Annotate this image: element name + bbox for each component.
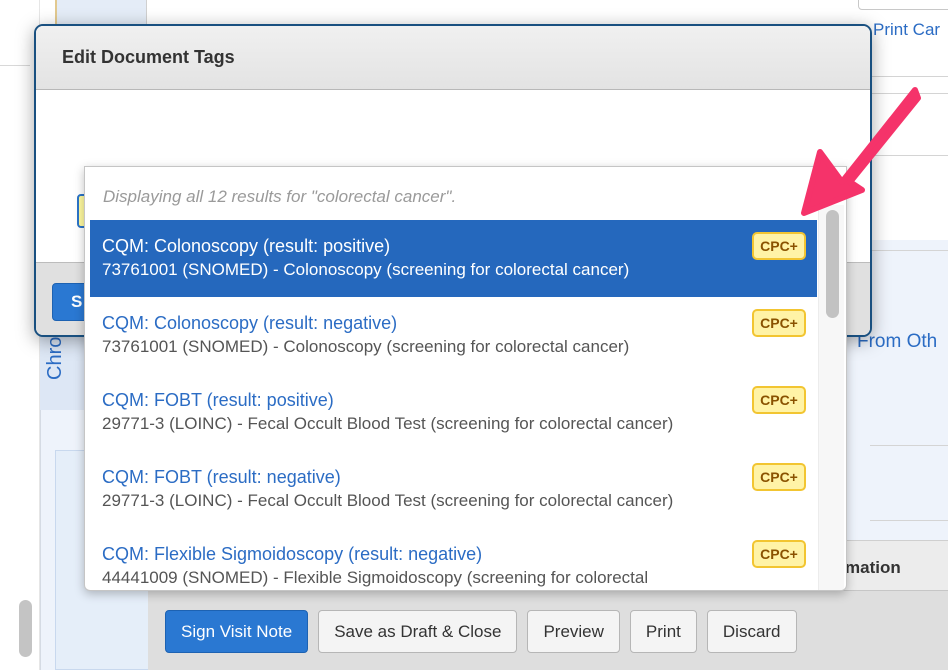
divider bbox=[870, 250, 948, 251]
print-card-link[interactable]: Print Car bbox=[873, 20, 940, 40]
result-title: CQM: Flexible Sigmoidoscopy (result: neg… bbox=[102, 544, 483, 564]
result-description: 29771-3 (LOINC) - Fecal Occult Blood Tes… bbox=[102, 491, 674, 510]
print-button[interactable]: Print bbox=[629, 610, 697, 653]
dropdown-scrollbar-thumb[interactable] bbox=[826, 210, 839, 318]
divider bbox=[870, 76, 948, 77]
top-search-field[interactable] bbox=[858, 0, 948, 10]
result-description: 44441009 (SNOMED) - Flexible Sigmoidosco… bbox=[102, 568, 649, 587]
left-scrollbar-thumb[interactable] bbox=[19, 600, 32, 657]
visit-note-actions: Sign Visit Note Save as Draft & Close Pr… bbox=[165, 610, 797, 653]
save-draft-close-button[interactable]: Save as Draft & Close bbox=[318, 610, 518, 653]
divider bbox=[870, 520, 948, 521]
result-item[interactable]: CQM: Colonoscopy (result: negative) 7376… bbox=[90, 297, 817, 374]
result-description: 29771-3 (LOINC) - Fecal Occult Blood Tes… bbox=[102, 414, 674, 433]
result-item[interactable]: CQM: Colonoscopy (result: positive) 7376… bbox=[90, 220, 817, 297]
result-title: CQM: FOBT (result: negative) bbox=[102, 467, 341, 487]
dialog-header: Edit Document Tags bbox=[36, 26, 870, 90]
results-list: CQM: Colonoscopy (result: positive) 7376… bbox=[90, 220, 817, 590]
preview-button[interactable]: Preview bbox=[527, 610, 620, 653]
sign-visit-note-button[interactable]: Sign Visit Note bbox=[165, 610, 309, 653]
cpc-plus-badge: CPC+ bbox=[752, 540, 806, 568]
divider bbox=[870, 445, 948, 446]
information-section-label: mation bbox=[845, 558, 901, 577]
discard-button[interactable]: Discard bbox=[706, 610, 797, 653]
cpc-plus-badge: CPC+ bbox=[752, 463, 806, 491]
dropdown-scrollbar[interactable] bbox=[818, 205, 844, 590]
cpc-plus-badge: CPC+ bbox=[752, 232, 806, 260]
divider bbox=[0, 65, 30, 66]
result-item[interactable]: CQM: Flexible Sigmoidoscopy (result: neg… bbox=[90, 528, 817, 590]
divider bbox=[870, 155, 948, 156]
cpc-plus-badge: CPC+ bbox=[752, 309, 806, 337]
tag-autocomplete-dropdown: Displaying all 12 results for "colorecta… bbox=[84, 166, 847, 591]
result-item[interactable]: CQM: FOBT (result: positive) 29771-3 (LO… bbox=[90, 374, 817, 451]
result-title: CQM: FOBT (result: positive) bbox=[102, 390, 334, 410]
results-status: Displaying all 12 results for "colorecta… bbox=[103, 187, 457, 206]
dialog-title: Edit Document Tags bbox=[62, 47, 235, 67]
result-description: 73761001 (SNOMED) - Colonoscopy (screeni… bbox=[102, 337, 630, 356]
result-item[interactable]: CQM: FOBT (result: negative) 29771-3 (LO… bbox=[90, 451, 817, 528]
result-description: 73761001 (SNOMED) - Colonoscopy (screeni… bbox=[102, 260, 630, 279]
top-tab[interactable] bbox=[55, 0, 147, 25]
result-title: CQM: Colonoscopy (result: negative) bbox=[102, 313, 398, 333]
cpc-plus-badge: CPC+ bbox=[752, 386, 806, 414]
divider bbox=[870, 93, 948, 94]
result-title: CQM: Colonoscopy (result: positive) bbox=[102, 236, 391, 256]
